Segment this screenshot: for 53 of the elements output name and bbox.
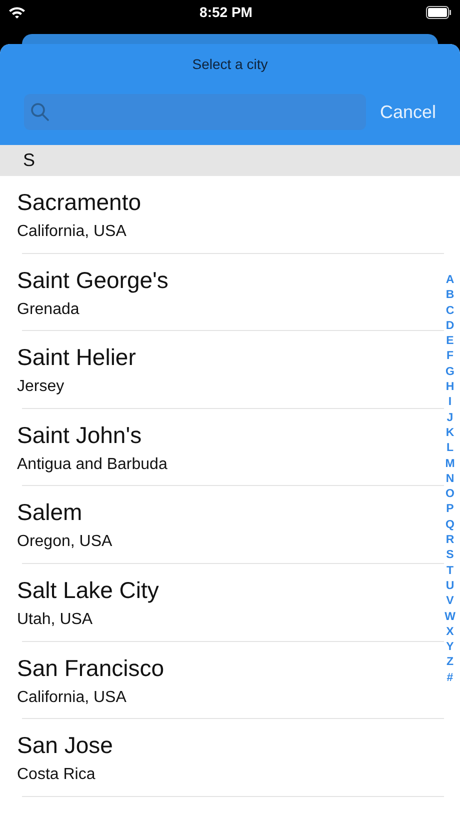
index-letter[interactable]: O: [446, 487, 454, 502]
city-row[interactable]: Sacramento California, USA: [0, 176, 460, 254]
index-letter[interactable]: W: [444, 610, 456, 625]
city-region: California, USA: [17, 688, 126, 708]
city-name: Saint John's: [17, 420, 142, 449]
index-letter[interactable]: X: [446, 624, 454, 640]
index-letter[interactable]: Q: [446, 518, 454, 534]
index-letter[interactable]: E: [446, 334, 454, 350]
index-letter[interactable]: G: [446, 364, 454, 380]
index-letter[interactable]: U: [446, 578, 454, 594]
city-region: Utah, USA: [17, 610, 93, 630]
search-field[interactable]: [24, 94, 366, 130]
index-letter[interactable]: V: [446, 594, 454, 610]
index-letter[interactable]: B: [446, 288, 454, 304]
index-letter[interactable]: J: [446, 410, 454, 426]
city-name: Salem: [17, 498, 82, 526]
index-letter[interactable]: K: [446, 426, 454, 442]
index-letter[interactable]: R: [446, 533, 454, 548]
index-letter[interactable]: A: [446, 273, 454, 288]
index-letter[interactable]: T: [446, 564, 454, 579]
index-letter[interactable]: Y: [446, 640, 454, 656]
wifi-icon: [8, 6, 26, 19]
index-letter[interactable]: Z: [446, 655, 454, 671]
city-region: Jersey: [17, 377, 64, 398]
city-row[interactable]: San Jose Costa Rica: [0, 719, 460, 797]
index-letter[interactable]: M: [445, 456, 455, 472]
city-region: Antigua and Barbuda: [17, 454, 168, 475]
city-region: Oregon, USA: [17, 532, 112, 552]
city-name: Sacramento: [17, 188, 142, 216]
index-letter[interactable]: L: [446, 441, 454, 457]
index-letter[interactable]: N: [446, 472, 454, 488]
cancel-button[interactable]: Cancel: [380, 98, 436, 126]
city-region: California, USA: [17, 222, 126, 242]
index-letter[interactable]: H: [446, 380, 454, 396]
status-time: 8:52 PM: [200, 3, 252, 22]
section-letter: S: [23, 149, 36, 172]
sheet-title: Select a city: [192, 54, 268, 74]
city-name: Salt Lake City: [17, 576, 159, 604]
index-letter[interactable]: C: [446, 304, 454, 319]
index-letter[interactable]: S: [446, 548, 454, 564]
index-letter[interactable]: F: [446, 349, 454, 365]
city-name: San Francisco: [17, 654, 164, 682]
index-letter[interactable]: #: [446, 670, 454, 686]
search-icon: [30, 102, 50, 122]
battery-icon: [426, 6, 452, 19]
index-letter[interactable]: P: [446, 502, 454, 518]
city-name: San Jose: [17, 731, 113, 760]
city-region: Grenada: [17, 300, 80, 320]
city-name: Saint George's: [17, 266, 168, 294]
index-letter[interactable]: D: [446, 318, 454, 334]
city-region: Costa Rica: [17, 765, 96, 786]
index-letter[interactable]: I: [448, 395, 452, 411]
city-name: Saint Helier: [17, 343, 136, 372]
